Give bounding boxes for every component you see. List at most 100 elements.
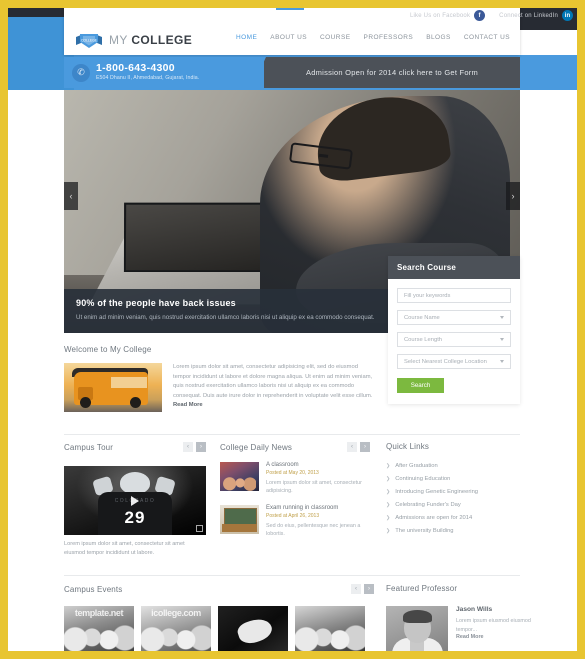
- news-item-title[interactable]: A classroom: [266, 462, 370, 468]
- hero-caption: 90% of the people have back issues Ut en…: [64, 289, 394, 333]
- professor-read-more[interactable]: Read More: [456, 634, 531, 640]
- quick-link-item[interactable]: ❯ Admissions are open for 2014: [386, 515, 531, 521]
- quick-link-label: Admissions are open for 2014: [395, 515, 473, 521]
- facebook-label: Like Us on Facebook: [409, 12, 471, 19]
- news-header: College Daily News ‹ ›: [220, 442, 370, 452]
- event-caption: template.net: [74, 608, 124, 618]
- facebook-icon[interactable]: f: [474, 10, 486, 21]
- quick-link-label: The university Building: [395, 528, 454, 534]
- hero-title: 90% of the people have back issues: [76, 298, 236, 308]
- news-item-date: Posted at May 20, 2013: [266, 470, 319, 476]
- course-length-select[interactable]: Course Length: [397, 332, 511, 347]
- course-name-select[interactable]: Course Name: [397, 310, 511, 325]
- campus-event-thumbnail[interactable]: [295, 606, 365, 653]
- address-text: E504 Dhanu II, Ahmedabad, Gujarat, India…: [96, 75, 200, 81]
- linkedin-icon[interactable]: in: [562, 10, 573, 21]
- fullscreen-icon[interactable]: [196, 525, 203, 532]
- featured-professor-header: Featured Professor: [386, 584, 531, 593]
- quick-link-item[interactable]: ❯ Celebrating Funder's Day: [386, 502, 531, 508]
- nav-item-course[interactable]: COURSE: [320, 34, 351, 41]
- featured-professor-title: Featured Professor: [386, 584, 458, 593]
- nav-item-professors[interactable]: PROFESSORS: [364, 34, 414, 41]
- nav-item-contact-us[interactable]: CONTACT US: [464, 34, 510, 41]
- quick-link-item[interactable]: ❯ The university Building: [386, 528, 531, 534]
- admission-text: Admission Open for 2014 click here to Ge…: [306, 68, 478, 77]
- news-next-button[interactable]: ›: [360, 442, 370, 452]
- campus-events-title: Campus Events: [64, 584, 123, 594]
- campus-tour-prev-button[interactable]: ‹: [183, 442, 193, 452]
- school-bus-image: [64, 363, 162, 412]
- phone-block: ✆ 1-800-643-4300 E504 Dhanu II, Ahmedaba…: [64, 57, 264, 88]
- campus-events-list: template.net icollege.com: [64, 606, 374, 653]
- quick-link-item[interactable]: ❯ Continuing Education: [386, 476, 531, 482]
- welcome-title: Welcome to My College: [64, 345, 152, 354]
- course-name-value: Course Name: [404, 314, 440, 321]
- phone-icon: ✆: [72, 63, 90, 82]
- jersey-number: 29: [124, 508, 146, 527]
- nav-item-home[interactable]: HOME: [236, 34, 257, 41]
- page-border-bottom: [0, 651, 585, 659]
- main-navigation: HOME ABOUT US COURSE PROFESSORS BLOGS CO…: [236, 34, 510, 41]
- page-border-right: [577, 0, 585, 659]
- chevron-down-icon: [500, 360, 504, 363]
- page-border-left: [0, 0, 8, 659]
- play-icon[interactable]: [131, 495, 139, 506]
- quick-links-title: Quick Links: [386, 442, 429, 451]
- hero-prev-button[interactable]: ‹: [64, 182, 78, 210]
- chevron-right-icon: ❯: [386, 463, 391, 469]
- news-prev-button[interactable]: ‹: [347, 442, 357, 452]
- quick-link-label: Celebrating Funder's Day: [395, 502, 461, 508]
- chevron-right-icon: ❯: [386, 476, 391, 482]
- chevron-right-icon: ❯: [386, 489, 391, 495]
- quick-link-label: Introducing Genetic Engineering: [395, 489, 479, 495]
- course-length-value: Course Length: [404, 336, 443, 343]
- campus-event-thumbnail[interactable]: [218, 606, 288, 653]
- nav-item-about-us[interactable]: ABOUT US: [270, 34, 307, 41]
- chevron-down-icon: [500, 338, 504, 341]
- quick-links-header: Quick Links: [386, 442, 531, 451]
- phone-info: 1-800-643-4300 E504 Dhanu II, Ahmedabad,…: [96, 63, 199, 82]
- news-item-title[interactable]: Exam running in classroom: [266, 505, 370, 511]
- quick-link-item[interactable]: ❯ Introducing Genetic Engineering: [386, 489, 531, 495]
- svg-text:COLLEGE: COLLEGE: [81, 38, 98, 42]
- linkedin-link[interactable]: Connect on LinkedIn in: [499, 10, 573, 21]
- campus-events-header: Campus Events ‹ ›: [64, 584, 374, 594]
- divider: [64, 575, 520, 576]
- chevron-down-icon: [500, 316, 504, 319]
- facebook-link[interactable]: Like Us on Facebook f: [409, 10, 486, 21]
- news-item[interactable]: A classroom Posted at May 20, 2013 Lorem…: [220, 462, 370, 496]
- search-course-form: Fill your keywords Course Name Course Le…: [388, 279, 520, 404]
- welcome-read-more[interactable]: Read More: [173, 402, 203, 408]
- college-location-select[interactable]: Select Nearest College Location: [397, 354, 511, 369]
- campus-tour-next-button[interactable]: ›: [196, 442, 206, 452]
- news-thumbnail: [220, 462, 259, 491]
- news-list: A classroom Posted at May 20, 2013 Lorem…: [220, 462, 370, 539]
- news-item-date: Posted at April 26, 2013: [266, 512, 320, 519]
- campus-tour-video[interactable]: COLORADO 29: [64, 466, 206, 535]
- linkedin-label: Connect on LinkedIn: [499, 12, 558, 19]
- hero-next-button[interactable]: ›: [506, 182, 520, 210]
- search-course-title: Search Course: [388, 256, 520, 279]
- welcome-section: Welcome to My College Lorem ipsum dolor …: [64, 345, 374, 412]
- hero-text: Ut enim ad minim veniam, quis nostrud ex…: [76, 314, 375, 321]
- campus-event-thumbnail[interactable]: icollege.com: [141, 606, 211, 653]
- campus-tour-header: Campus Tour ‹ ›: [64, 442, 206, 452]
- logo-text: MY COLLEGE: [109, 33, 192, 47]
- campus-events-next-button[interactable]: ›: [364, 584, 374, 594]
- campus-tour-text: Lorem ipsum dolor sit amet, consectetur …: [64, 541, 185, 556]
- campus-events-prev-button[interactable]: ‹: [351, 584, 361, 594]
- quick-link-label: Continuing Education: [395, 476, 451, 482]
- news-item-excerpt: Lorem ipsum dolor sit amet, consectetur …: [266, 480, 362, 495]
- search-button[interactable]: Search: [397, 378, 444, 393]
- quick-link-item[interactable]: ❯ After Graduation: [386, 463, 531, 469]
- logo[interactable]: COLLEGE MY COLLEGE: [74, 30, 192, 50]
- contact-bar: ✆ 1-800-643-4300 E504 Dhanu II, Ahmedaba…: [64, 57, 520, 88]
- nav-item-blogs[interactable]: BLOGS: [426, 34, 451, 41]
- search-keyword-input[interactable]: Fill your keywords: [397, 288, 511, 303]
- admission-banner[interactable]: Admission Open for 2014 click here to Ge…: [252, 57, 520, 88]
- professor-text: Lorem ipsum eiusmod eiusmod tempor...: [456, 618, 531, 633]
- divider: [64, 434, 520, 435]
- news-item[interactable]: Exam running in classroom Posted at Apri…: [220, 504, 370, 539]
- campus-event-thumbnail[interactable]: template.net: [64, 606, 134, 653]
- phone-number[interactable]: 1-800-643-4300: [96, 63, 199, 74]
